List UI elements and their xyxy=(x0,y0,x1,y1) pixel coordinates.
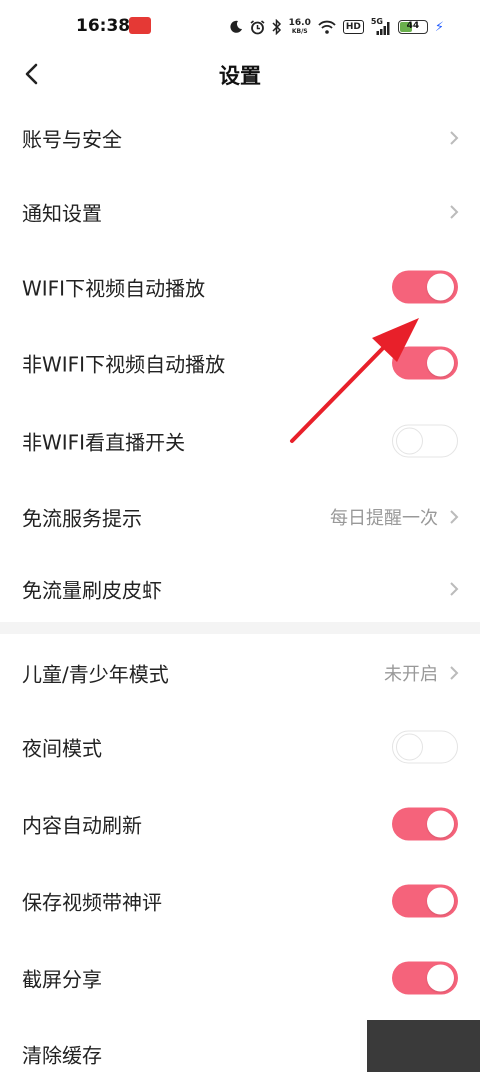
chevron-right-icon xyxy=(450,510,459,524)
setting-label: WIFI下视频自动播放 xyxy=(22,276,206,301)
setting-night-mode: 夜间模式 xyxy=(0,715,480,779)
setting-label: 内容自动刷新 xyxy=(22,813,142,838)
page-title: 设置 xyxy=(219,64,261,88)
non-wifi-autoplay-toggle[interactable] xyxy=(392,346,458,380)
setting-account-security[interactable]: 账号与安全 xyxy=(0,106,480,170)
wifi-autoplay-toggle[interactable] xyxy=(392,270,458,304)
setting-value: 每日提醒一次 xyxy=(330,508,438,529)
setting-label: 账号与安全 xyxy=(22,127,122,152)
setting-free-data-browse[interactable]: 免流量刷皮皮虾 xyxy=(0,557,480,621)
setting-label: 儿童/青少年模式 xyxy=(22,662,169,687)
network-speed: 16.0 KB/S xyxy=(288,18,311,36)
setting-label: 免流服务提示 xyxy=(22,506,142,531)
setting-label: 通知设置 xyxy=(22,201,102,226)
chevron-right-icon xyxy=(450,131,459,145)
toggle-knob xyxy=(427,887,454,915)
chevron-right-icon xyxy=(450,205,459,219)
setting-label: 保存视频带神评 xyxy=(22,890,162,915)
bluetooth-icon xyxy=(272,19,281,35)
setting-label: 免流量刷皮皮虾 xyxy=(22,578,162,603)
setting-non-wifi-live: 非WIFI看直播开关 xyxy=(0,409,480,473)
setting-screenshot-share: 截屏分享 xyxy=(0,946,480,1010)
setting-auto-refresh: 内容自动刷新 xyxy=(0,792,480,856)
hd-badge: HD xyxy=(342,20,364,34)
setting-youth-mode[interactable]: 儿童/青少年模式 未开启 xyxy=(0,641,480,705)
toggle-knob xyxy=(427,964,454,992)
setting-value: 未开启 xyxy=(384,664,438,685)
alarm-icon xyxy=(250,19,265,34)
setting-free-data-tip[interactable]: 免流服务提示 每日提醒一次 xyxy=(0,485,480,549)
toggle-knob xyxy=(396,427,423,455)
setting-label: 夜间模式 xyxy=(22,736,102,761)
setting-save-video-comment: 保存视频带神评 xyxy=(0,869,480,933)
setting-label: 非WIFI看直播开关 xyxy=(22,430,186,455)
battery-icon: 44 xyxy=(397,20,428,34)
setting-label: 非WIFI下视频自动播放 xyxy=(22,352,226,377)
status-bar: 16:38 16.0 KB/S HD 5G 44 ⚡ xyxy=(0,0,480,56)
setting-wifi-autoplay: WIFI下视频自动播放 xyxy=(0,255,480,319)
auto-refresh-toggle[interactable] xyxy=(392,807,458,841)
setting-label: 清除缓存 xyxy=(22,1043,102,1068)
non-wifi-live-toggle[interactable] xyxy=(392,424,458,458)
toggle-knob xyxy=(396,733,423,761)
screenshot-share-toggle[interactable] xyxy=(392,961,458,995)
toggle-knob xyxy=(427,349,454,377)
setting-non-wifi-autoplay: 非WIFI下视频自动播放 xyxy=(0,331,480,395)
chevron-right-icon xyxy=(450,666,459,680)
night-mode-toggle[interactable] xyxy=(392,730,458,764)
save-video-comment-toggle[interactable] xyxy=(392,884,458,918)
status-time: 16:38 xyxy=(76,16,131,36)
moon-icon xyxy=(230,20,242,33)
charging-icon: ⚡ xyxy=(434,19,444,35)
setting-notifications[interactable]: 通知设置 xyxy=(0,180,480,244)
red-app-icon xyxy=(129,17,151,34)
corner-overlay xyxy=(367,1020,480,1072)
header-bar: 设置 xyxy=(0,52,480,96)
toggle-knob xyxy=(427,273,454,301)
toggle-knob xyxy=(427,810,454,838)
chevron-right-icon xyxy=(450,582,459,596)
status-icons: 16.0 KB/S HD 5G 44 ⚡ xyxy=(229,15,444,39)
wifi-icon xyxy=(318,20,336,34)
section-divider xyxy=(0,622,480,634)
signal-icon: 5G xyxy=(371,17,391,35)
setting-label: 截屏分享 xyxy=(22,967,102,992)
